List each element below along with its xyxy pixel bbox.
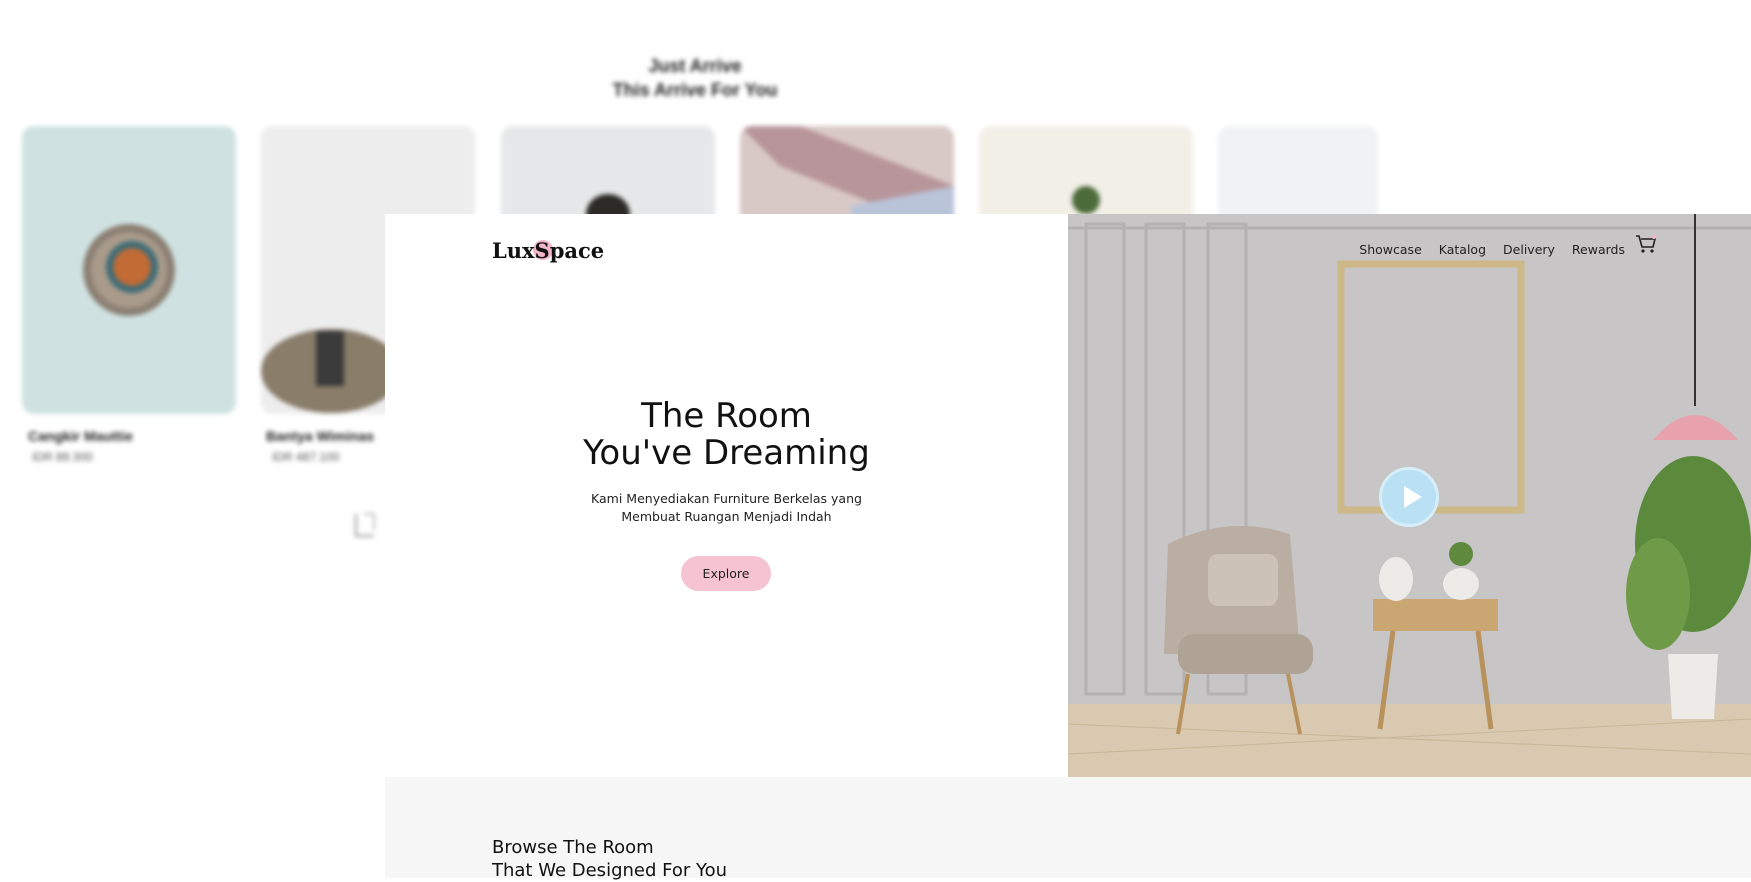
hero-title-line2: You've Dreaming — [583, 433, 870, 473]
background-product-name: Bantya Wiminas — [266, 428, 375, 444]
background-product-price: IDR 89.300 — [32, 450, 93, 464]
hero-title-line1: The Room — [641, 396, 812, 436]
browse-title-line1: Browse The Room — [492, 837, 654, 858]
browse-title: Browse The Room That We Designed For You — [492, 836, 727, 882]
background-product-price: IDR 487.100 — [272, 450, 340, 464]
background-section-title: Just Arrive This Arrive For You — [560, 54, 830, 102]
background-product-card — [22, 126, 236, 414]
cart-outline-icon — [355, 513, 375, 537]
nav-delivery[interactable]: Delivery — [1503, 242, 1555, 257]
hero-left-panel: LuxSpace The Room You've Dreaming Kami M… — [385, 214, 1068, 777]
cart-icon[interactable] — [1635, 234, 1657, 254]
hero-section: LuxSpace The Room You've Dreaming Kami M… — [385, 214, 1751, 777]
logo[interactable]: LuxSpace — [492, 238, 604, 263]
browse-title-line2: That We Designed For You — [492, 860, 727, 881]
hero-title: The Room You've Dreaming — [385, 398, 1068, 472]
play-video-button[interactable] — [1379, 467, 1439, 527]
cup-image — [83, 224, 175, 316]
nav-katalog[interactable]: Katalog — [1439, 242, 1486, 257]
hero-subtitle: Kami Menyediakan Furniture Berkelas yang… — [385, 490, 1068, 526]
play-icon — [1404, 486, 1422, 508]
nav-rewards[interactable]: Rewards — [1572, 242, 1625, 257]
hero-subtitle-line1: Kami Menyediakan Furniture Berkelas yang — [591, 491, 862, 506]
background-product-name: Cangkir Mauttie — [28, 428, 134, 444]
hero-subtitle-line2: Membuat Ruangan Menjadi Indah — [621, 509, 832, 524]
main-navigation: Showcase Katalog Delivery Rewards — [1359, 242, 1625, 257]
hero-image-panel — [1068, 214, 1751, 777]
nav-showcase[interactable]: Showcase — [1359, 242, 1421, 257]
browse-section: Browse The Room That We Designed For You — [385, 777, 1751, 881]
background-title-line1: Just Arrive — [648, 56, 742, 76]
background-title-line2: This Arrive For You — [612, 80, 778, 100]
explore-button[interactable]: Explore — [681, 556, 771, 591]
